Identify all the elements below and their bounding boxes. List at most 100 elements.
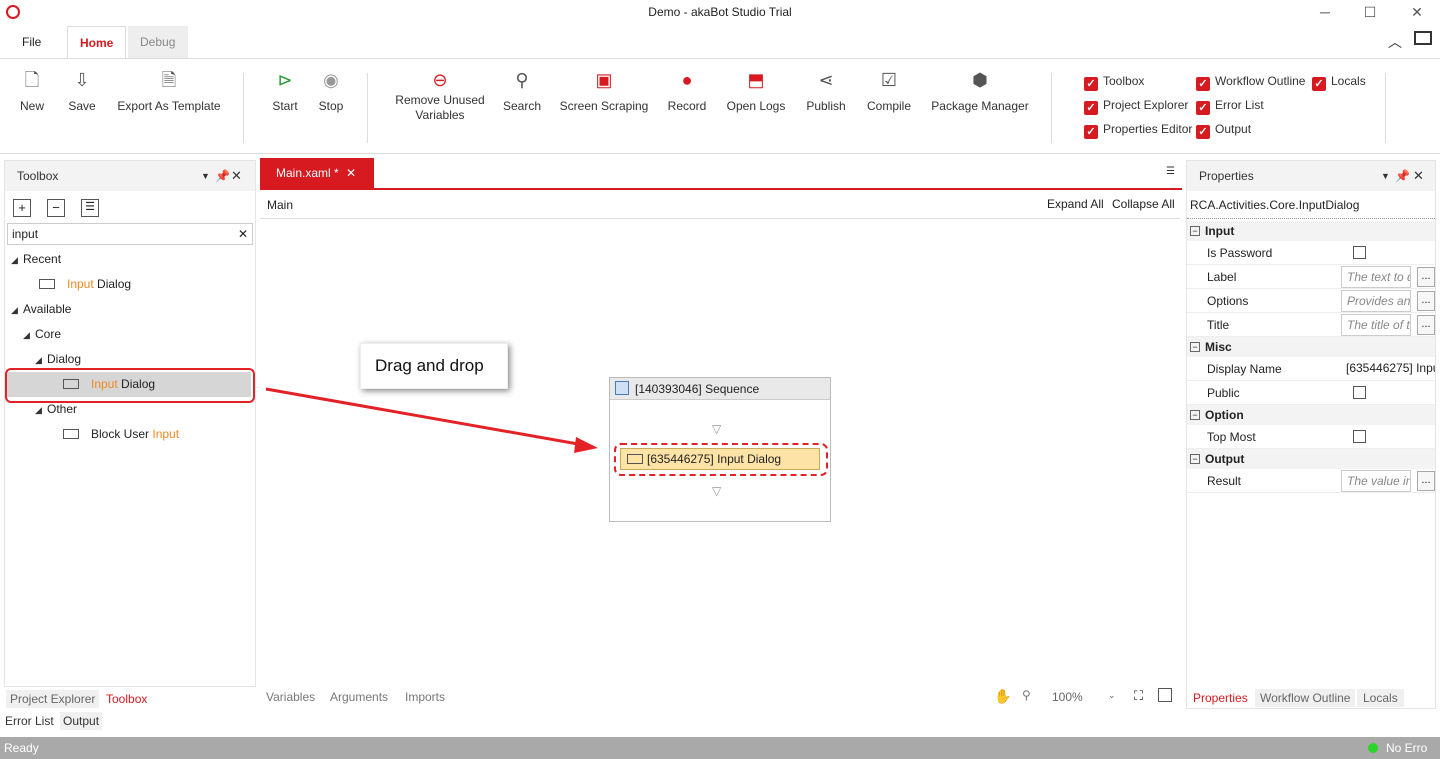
close-button[interactable]: ✕: [1402, 3, 1432, 23]
pin-icon[interactable]: 📌: [215, 161, 230, 191]
tab-debug[interactable]: Debug: [128, 26, 188, 58]
collapse-icon: −: [1190, 226, 1200, 236]
project-explorer-checkbox[interactable]: ✓ Project Explorer: [1084, 97, 1188, 115]
result-field[interactable]: The value in: [1341, 470, 1411, 492]
fit-screen-icon[interactable]: ⛶: [1134, 688, 1143, 704]
tab-home[interactable]: Home: [67, 26, 127, 58]
minimize-button[interactable]: ─: [1310, 3, 1340, 23]
hand-pan-icon[interactable]: ✋: [994, 688, 1011, 705]
tab-file[interactable]: File: [10, 26, 53, 58]
expand-all-icon[interactable]: +: [13, 199, 31, 217]
tab-dropdown-icon[interactable]: ☰: [1166, 166, 1175, 177]
record-button[interactable]: ● Record: [664, 69, 710, 113]
zoom-icon[interactable]: ⚲: [1022, 688, 1031, 702]
sequence-header[interactable]: [140393046] Sequence: [610, 378, 830, 400]
tab-locals[interactable]: Locals: [1357, 689, 1404, 707]
remove-unused-variables-button[interactable]: ⊖ Remove Unused Variables: [390, 69, 490, 123]
sequence-container[interactable]: [140393046] Sequence ▽ [635446275] Input…: [609, 377, 831, 522]
tab-workflow-outline[interactable]: Workflow Outline: [1255, 689, 1356, 707]
prop-label: Public: [1207, 386, 1240, 400]
expanded-triangle-icon: ◢: [11, 305, 18, 315]
zoom-dropdown-icon[interactable]: ⌄: [1108, 690, 1116, 701]
save-button[interactable]: ⇩ Save: [64, 69, 100, 113]
close-panel-icon[interactable]: ✕: [231, 161, 242, 191]
display-name-field[interactable]: [635446275] Inpu: [1341, 358, 1435, 380]
toolbox-title: Toolbox: [17, 169, 59, 183]
title-field[interactable]: The title of t: [1341, 314, 1411, 336]
list-view-icon[interactable]: ☰: [81, 199, 99, 217]
feedback-icon[interactable]: [1414, 31, 1432, 45]
tab-error-list[interactable]: Error List: [4, 712, 55, 730]
prop-label: Result: [1207, 474, 1242, 488]
tree-label: Core: [35, 327, 62, 341]
locals-checkbox[interactable]: ✓ Locals: [1312, 73, 1366, 91]
tree-item-block-user-input[interactable]: Block User Input: [11, 422, 251, 447]
collapse-ribbon-icon[interactable]: ︿: [1388, 32, 1402, 52]
collapse-all-icon[interactable]: −: [47, 199, 65, 217]
tab-variables[interactable]: Variables: [266, 690, 315, 704]
toolbox-checkbox[interactable]: ✓ Toolbox: [1084, 73, 1144, 91]
export-template-button[interactable]: 🗎 Export As Template: [114, 69, 224, 113]
zoom-level[interactable]: 100%: [1052, 690, 1083, 704]
close-panel-icon[interactable]: ✕: [1413, 161, 1424, 191]
compile-button[interactable]: ☑ Compile: [862, 69, 916, 113]
document-tab-main[interactable]: Main.xaml * ✕: [260, 158, 374, 188]
prop-is-password: Is Password: [1187, 241, 1435, 265]
tab-toolbox[interactable]: Toolbox: [100, 690, 153, 708]
activity-title: [635446275] Input Dialog: [647, 452, 782, 466]
tab-project-explorer[interactable]: Project Explorer: [6, 690, 100, 708]
screen-scraping-button[interactable]: ▣ Screen Scraping: [558, 69, 650, 113]
public-checkbox[interactable]: [1353, 386, 1366, 399]
properties-editor-checkbox[interactable]: ✓ Properties Editor: [1084, 121, 1192, 139]
top-most-checkbox[interactable]: [1353, 430, 1366, 443]
options-ellipsis-button[interactable]: ...: [1417, 291, 1435, 311]
search-button[interactable]: ⚲ Search: [500, 69, 544, 113]
category-option[interactable]: − Option: [1187, 405, 1435, 425]
tab-output[interactable]: Output: [60, 712, 103, 730]
tab-arguments[interactable]: Arguments: [330, 690, 388, 704]
category-misc[interactable]: − Misc: [1187, 337, 1435, 357]
collapse-all-link[interactable]: Collapse All: [1112, 197, 1175, 211]
expand-all-link[interactable]: Expand All: [1047, 197, 1104, 211]
tab-properties[interactable]: Properties: [1193, 691, 1248, 705]
toolbox-header: Toolbox ▼ 📌 ✕: [5, 161, 255, 191]
is-password-checkbox[interactable]: [1353, 246, 1366, 259]
start-button[interactable]: ⊳ Start: [266, 69, 304, 113]
category-input[interactable]: − Input: [1187, 221, 1435, 241]
tab-imports[interactable]: Imports: [405, 690, 445, 704]
maximize-button[interactable]: ☐: [1355, 3, 1385, 23]
title-bar: Demo - akaBot Studio Trial ─ ☐ ✕: [0, 0, 1440, 26]
publish-button[interactable]: ⋖ Publish: [802, 69, 850, 113]
package-manager-button[interactable]: ⬢ Package Manager: [928, 69, 1032, 113]
dropdown-icon[interactable]: ▼: [1381, 161, 1390, 191]
label-ellipsis-button[interactable]: ...: [1417, 267, 1435, 287]
collapse-icon: −: [1190, 454, 1200, 464]
close-tab-icon[interactable]: ✕: [346, 158, 356, 188]
title-ellipsis-button[interactable]: ...: [1417, 315, 1435, 335]
open-logs-button[interactable]: ⬒ Open Logs: [724, 69, 788, 113]
input-dialog-activity[interactable]: [635446275] Input Dialog: [620, 448, 820, 470]
tree-node-recent[interactable]: ◢ Recent: [11, 247, 251, 272]
error-list-checkbox[interactable]: ✓ Error List: [1196, 97, 1264, 115]
pin-icon[interactable]: 📌: [1395, 161, 1410, 191]
result-ellipsis-button[interactable]: ...: [1417, 471, 1435, 491]
tree-item-input-dialog-recent[interactable]: Input Dialog: [11, 272, 251, 297]
output-checkbox[interactable]: ✓ Output: [1196, 121, 1251, 139]
options-field[interactable]: Provides an: [1341, 290, 1411, 312]
tree-node-core[interactable]: ◢ Core: [11, 322, 251, 347]
error-status[interactable]: No Erro: [1386, 737, 1427, 759]
category-output[interactable]: − Output: [1187, 449, 1435, 469]
tree-node-available[interactable]: ◢ Available: [11, 297, 251, 322]
designer-canvas[interactable]: Drag and drop [140393046] Sequence ▽ [63…: [260, 218, 1180, 688]
workflow-outline-checkbox[interactable]: ✓ Workflow Outline: [1196, 73, 1305, 91]
new-button[interactable]: 🗋 New: [14, 69, 50, 113]
save-label: Save: [68, 99, 96, 113]
breadcrumb[interactable]: Main: [267, 198, 293, 212]
overview-icon[interactable]: [1158, 688, 1172, 702]
dropdown-icon[interactable]: ▼: [201, 161, 210, 191]
clear-search-icon[interactable]: ✕: [238, 224, 248, 244]
stop-button[interactable]: ◉ Stop: [312, 69, 350, 113]
toolbox-search-field[interactable]: input ✕: [7, 223, 253, 245]
label-field[interactable]: The text to d: [1341, 266, 1411, 288]
workflow-outline-check-label: Workflow Outline: [1215, 74, 1306, 88]
